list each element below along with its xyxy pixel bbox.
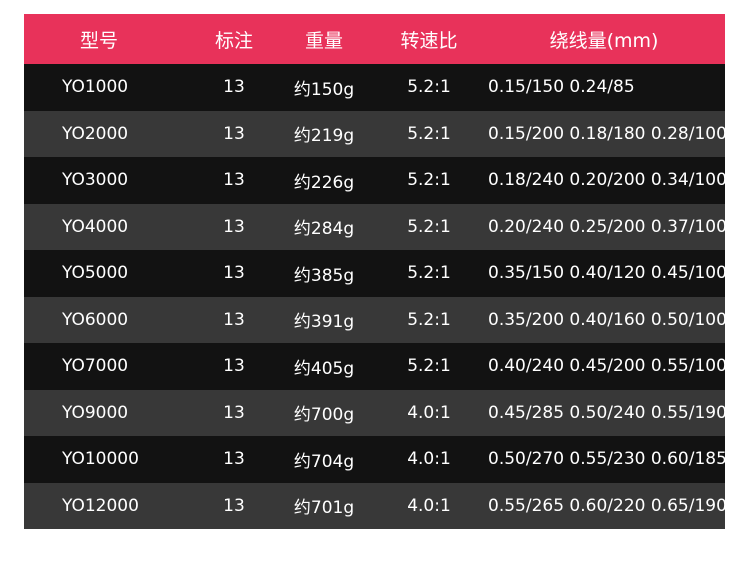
- cell-ratio: 4.0:1: [407, 449, 451, 470]
- cell-mark: 13: [223, 309, 245, 330]
- cell-capacity: 0.35/200 0.40/160 0.50/100: [488, 309, 727, 330]
- cell-ratio: 5.2:1: [407, 356, 451, 377]
- table-row: YO3000 13 约226g 5.2:1 0.18/240 0.20/200 …: [24, 157, 727, 204]
- cell-ratio: 5.2:1: [407, 77, 451, 98]
- table-header: 型号 标注 重量 转速比 绕线量(mm): [24, 14, 725, 64]
- cell-mark: 13: [223, 170, 245, 191]
- cell-weight: 约284g: [293, 219, 355, 240]
- cell-mark: 13: [223, 356, 245, 377]
- cell-ratio: 4.0:1: [407, 402, 451, 423]
- table-row: YO7000 13 约405g 5.2:1 0.40/240 0.45/200 …: [24, 343, 727, 390]
- cell-weight: 约385g: [293, 265, 355, 286]
- cell-ratio: 5.2:1: [407, 123, 451, 144]
- cell-ratio: 4.0:1: [407, 495, 451, 516]
- table-row: YO6000 13 约391g 5.2:1 0.35/200 0.40/160 …: [24, 296, 727, 343]
- cell-weight: 约219g: [293, 126, 355, 147]
- cell-mark: 13: [223, 216, 245, 237]
- cell-model: YO12000: [62, 495, 139, 516]
- table-row: YO10000 13 约704g 4.0:1 0.50/270 0.55/230…: [24, 436, 727, 483]
- cell-model: YO3000: [62, 170, 129, 191]
- cell-mark: 13: [223, 495, 245, 516]
- table-row: YO9000 13 约700g 4.0:1 0.45/285 0.50/240 …: [24, 389, 727, 436]
- table-row: YO12000 13 约701g 4.0:1 0.55/265 0.60/220…: [24, 482, 727, 529]
- cell-weight: 约701g: [293, 498, 355, 519]
- cell-ratio: 5.2:1: [407, 170, 451, 191]
- cell-capacity: 0.50/270 0.55/230 0.60/185: [488, 449, 727, 470]
- cell-mark: 13: [223, 402, 245, 423]
- cell-model: YO4000: [62, 216, 129, 237]
- cell-ratio: 5.2:1: [407, 263, 451, 284]
- header-capacity: 绕线量(mm): [549, 29, 659, 52]
- table-row: YO4000 13 约284g 5.2:1 0.20/240 0.25/200 …: [24, 203, 727, 250]
- cell-weight: 约704g: [293, 451, 355, 472]
- cell-model: YO10000: [62, 449, 139, 470]
- cell-model: YO6000: [62, 309, 129, 330]
- cell-weight: 约700g: [293, 405, 355, 426]
- header-ratio: 转速比: [400, 29, 458, 52]
- cell-mark: 13: [223, 77, 245, 98]
- cell-capacity: 0.45/285 0.50/240 0.55/190: [488, 402, 727, 423]
- cell-capacity: 0.55/265 0.60/220 0.65/190: [488, 495, 727, 516]
- cell-capacity: 0.40/240 0.45/200 0.55/100: [488, 356, 727, 377]
- spec-table: 型号 标注 重量 转速比 绕线量(mm) YO1000 13 约150g 5.2…: [24, 14, 727, 529]
- cell-mark: 13: [223, 263, 245, 284]
- cell-capacity: 0.15/150 0.24/85: [488, 77, 635, 98]
- cell-model: YO1000: [62, 77, 129, 98]
- cell-mark: 13: [223, 123, 245, 144]
- cell-mark: 13: [223, 449, 245, 470]
- cell-weight: 约226g: [293, 172, 355, 193]
- cell-capacity: 0.18/240 0.20/200 0.34/100: [488, 170, 727, 191]
- header-mark: 标注: [214, 29, 253, 52]
- cell-weight: 约150g: [293, 79, 355, 100]
- cell-model: YO9000: [62, 402, 129, 423]
- cell-weight: 约391g: [293, 312, 355, 333]
- cell-capacity: 0.35/150 0.40/120 0.45/100: [488, 263, 727, 284]
- table-row: YO5000 13 约385g 5.2:1 0.35/150 0.40/120 …: [24, 250, 727, 297]
- cell-capacity: 0.20/240 0.25/200 0.37/100: [488, 216, 727, 237]
- cell-weight: 约405g: [293, 358, 355, 379]
- cell-model: YO7000: [62, 356, 129, 377]
- header-weight: 重量: [304, 29, 343, 52]
- cell-capacity: 0.15/200 0.18/180 0.28/100: [488, 123, 727, 144]
- cell-model: YO2000: [62, 123, 129, 144]
- header-model: 型号: [79, 29, 118, 52]
- table-row: YO1000 13 约150g 5.2:1 0.15/150 0.24/85: [24, 64, 725, 111]
- cell-ratio: 5.2:1: [407, 309, 451, 330]
- cell-ratio: 5.2:1: [407, 216, 451, 237]
- cell-model: YO5000: [62, 263, 129, 284]
- table-row: YO2000 13 约219g 5.2:1 0.15/200 0.18/180 …: [24, 110, 727, 157]
